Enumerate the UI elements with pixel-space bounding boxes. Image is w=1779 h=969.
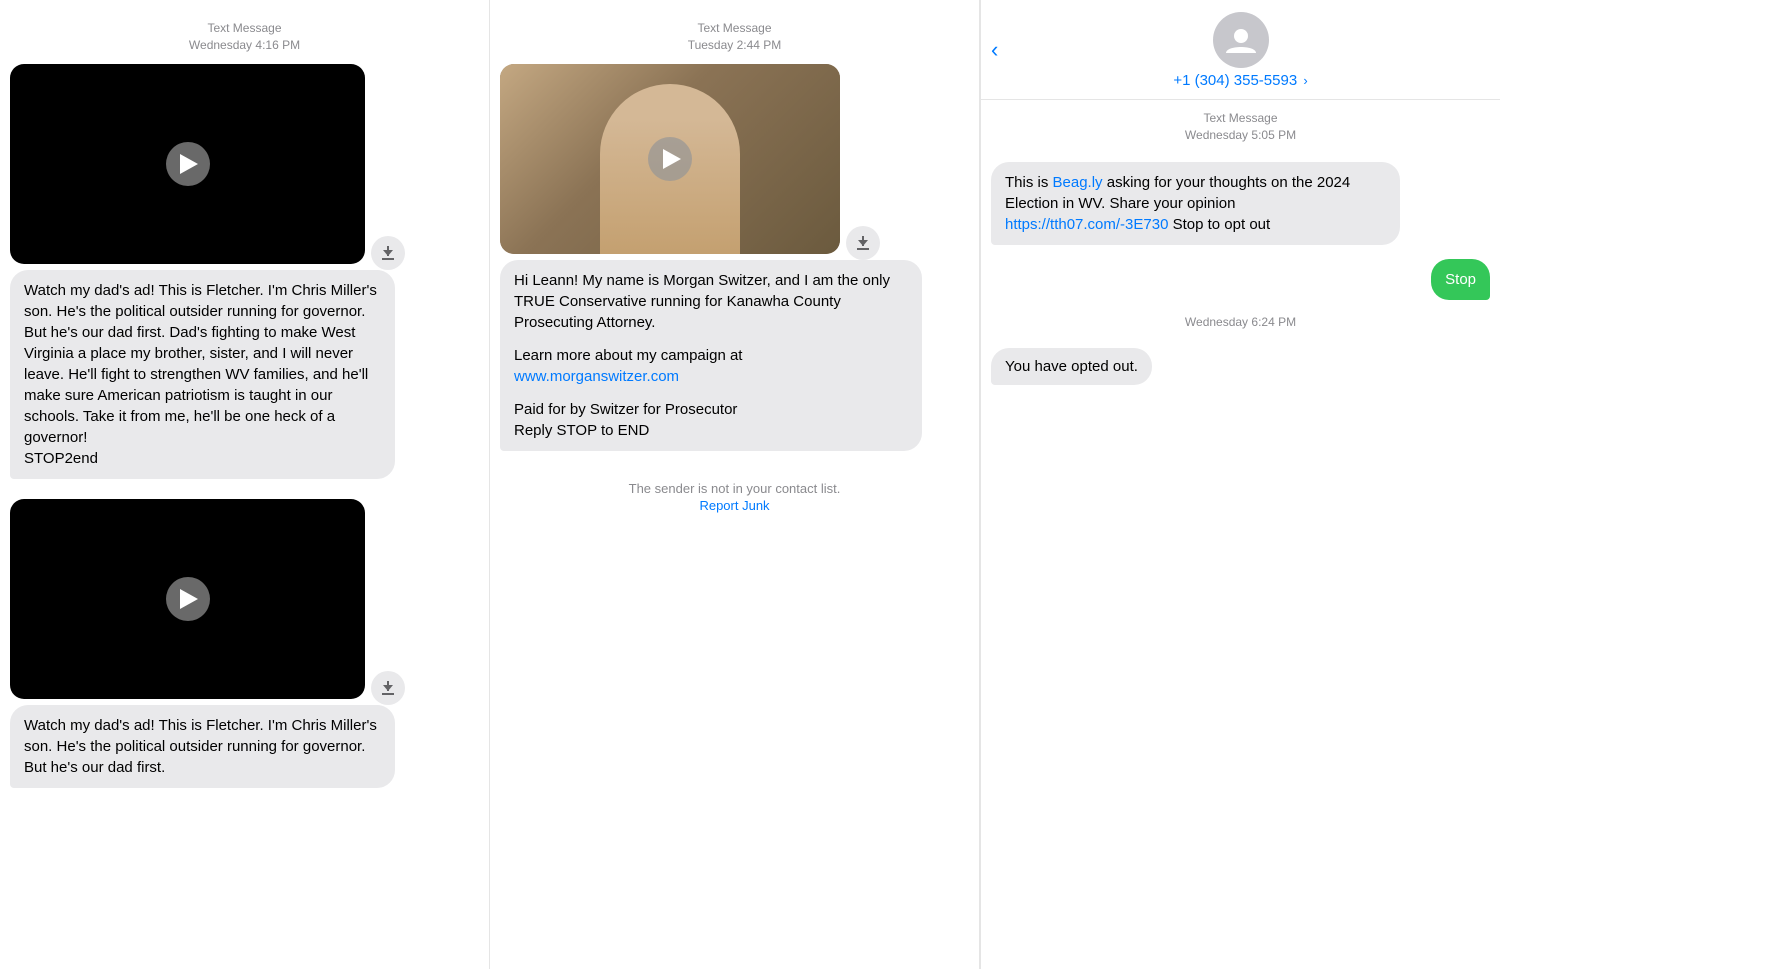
- download-icon-mid: [857, 236, 869, 250]
- contact-phone[interactable]: +1 (304) 355-5593 ›: [1173, 72, 1307, 89]
- message-group-2: Watch my dad's ad! This is Fletcher. I'm…: [10, 499, 479, 788]
- message-bubble-stop: Stop: [1431, 259, 1490, 300]
- opted-out-bubble: You have opted out.: [991, 348, 1152, 385]
- play-icon-1: [180, 154, 198, 174]
- video-thumbnail-2[interactable]: [10, 499, 365, 699]
- message-row-incoming-1: This is Beag.ly asking for your thoughts…: [991, 162, 1490, 245]
- download-button-2[interactable]: [371, 671, 405, 705]
- tth07-link[interactable]: https://tth07.com/-3E730: [1005, 216, 1168, 233]
- person-icon: [1226, 25, 1256, 55]
- back-button[interactable]: ‹: [991, 37, 998, 63]
- left-column: Text Message Wednesday 4:16 PM Watch my …: [0, 0, 490, 969]
- message-row-opted-out: You have opted out.: [991, 348, 1490, 385]
- timestamp-mid: Text Message Tuesday 2:44 PM: [688, 20, 782, 54]
- video-row-mid: [500, 64, 969, 260]
- message-group-mid: Hi Leann! My name is Morgan Switzer, and…: [500, 64, 969, 451]
- message-row-sent-stop: Stop: [991, 259, 1490, 300]
- middle-column: Text Message Tuesday 2:44 PM Hi Leann!: [490, 0, 980, 969]
- right-column: ‹ +1 (304) 355-5593 › Text Message Wedne…: [980, 0, 1500, 969]
- message-bubble-1: Watch my dad's ad! This is Fletcher. I'm…: [10, 270, 395, 479]
- download-arrow-2: [387, 681, 389, 691]
- report-junk-link[interactable]: Report Junk: [629, 498, 841, 513]
- video-row-1: [10, 64, 479, 270]
- chevron-right-icon: ›: [1303, 73, 1307, 88]
- download-arrow-1: [387, 246, 389, 256]
- contact-header: ‹ +1 (304) 355-5593 ›: [981, 0, 1500, 100]
- right-messages-area: Text Message Wednesday 5:05 PM This is B…: [981, 100, 1500, 401]
- video-thumbnail-1[interactable]: [10, 64, 365, 264]
- play-button-2[interactable]: [166, 577, 210, 621]
- download-line-1: [382, 258, 394, 260]
- beagly-link[interactable]: Beag.ly: [1053, 174, 1103, 191]
- download-icon-1: [382, 246, 394, 260]
- sender-notice: The sender is not in your contact list.: [629, 481, 841, 496]
- timestamp-left-1: Text Message Wednesday 4:16 PM: [189, 20, 300, 54]
- morgan-switzer-link[interactable]: www.morganswitzer.com: [514, 366, 908, 387]
- download-button-mid[interactable]: [846, 226, 880, 260]
- play-button-1[interactable]: [166, 142, 210, 186]
- message-group-1: Watch my dad's ad! This is Fletcher. I'm…: [10, 64, 479, 479]
- message-bubble-mid: Hi Leann! My name is Morgan Switzer, and…: [500, 260, 922, 451]
- download-arrow-mid: [862, 236, 864, 246]
- report-junk-section: The sender is not in your contact list. …: [629, 481, 841, 513]
- download-icon-2: [382, 681, 394, 695]
- download-line-mid: [857, 248, 869, 250]
- download-button-1[interactable]: [371, 236, 405, 270]
- timestamp-right: Text Message Wednesday 5:05 PM: [991, 110, 1490, 144]
- play-icon-2: [180, 589, 198, 609]
- download-line-2: [382, 693, 394, 695]
- play-button-mid[interactable]: [648, 137, 692, 181]
- video-row-2: [10, 499, 479, 705]
- video-thumbnail-mid[interactable]: [500, 64, 840, 254]
- message-bubble-incoming-1: This is Beag.ly asking for your thoughts…: [991, 162, 1400, 245]
- timestamp-opt-out: Wednesday 6:24 PM: [991, 314, 1490, 331]
- avatar: [1213, 12, 1269, 68]
- play-icon-mid: [663, 149, 681, 169]
- message-bubble-2: Watch my dad's ad! This is Fletcher. I'm…: [10, 705, 395, 788]
